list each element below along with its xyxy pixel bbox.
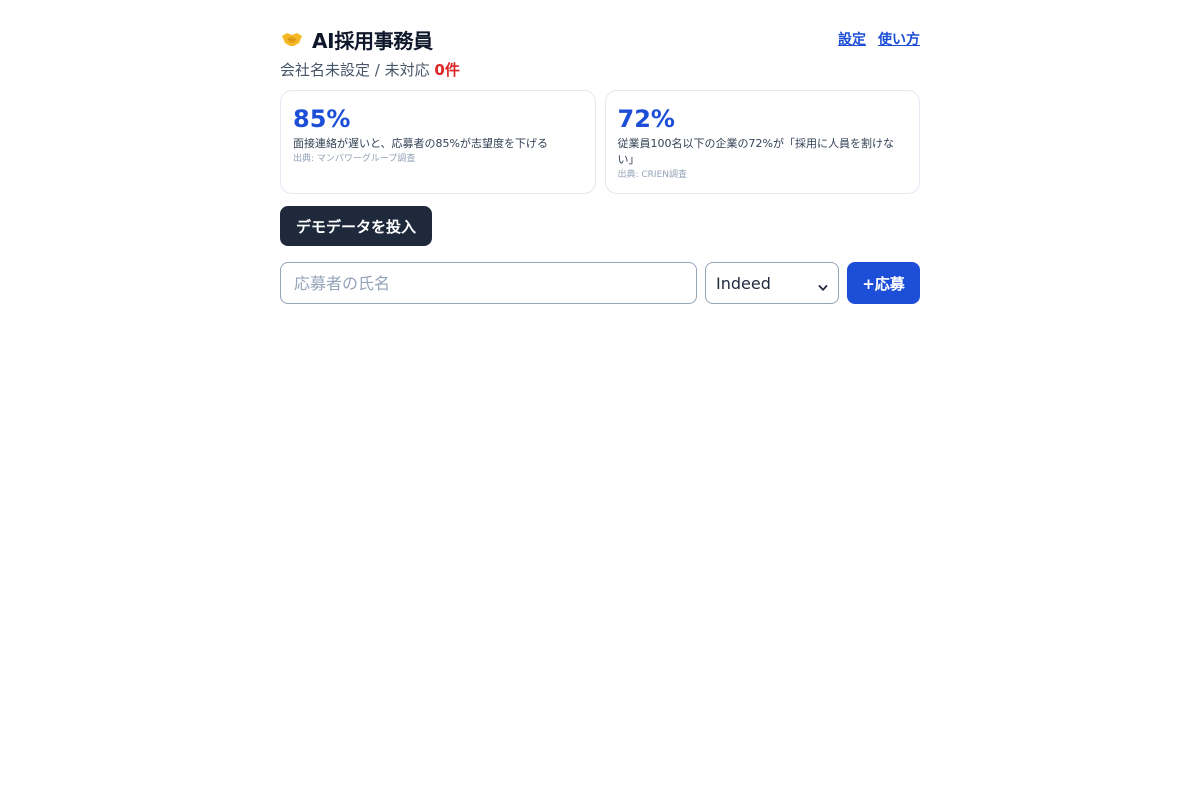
stat-description: 面接連絡が遅いと、応募者の85%が志望度を下げる <box>293 137 549 150</box>
pending-count: 0件 <box>434 61 460 79</box>
add-applicant-form: Indeed +応募 <box>280 262 920 304</box>
stat-source: 出典: CRIEN調査 <box>617 170 688 180</box>
source-select[interactable]: Indeed <box>705 262 839 304</box>
stat-value: 85% <box>293 105 351 133</box>
header: AI採用事務員 設定 使い方 <box>280 24 920 54</box>
stat-value: 72% <box>617 105 675 133</box>
status-separator: / <box>370 61 385 79</box>
app-container: AI採用事務員 設定 使い方 会社名未設定 / 未対応 0件 85% 面接連絡が… <box>280 24 920 304</box>
company-name: 会社名未設定 <box>280 61 371 79</box>
source-select-value: Indeed <box>716 273 771 293</box>
stat-source: 出典: マンパワーグループ調査 <box>293 154 416 164</box>
pending-label: 未対応 <box>384 61 430 79</box>
stat-card: 85% 面接連絡が遅いと、応募者の85%が志望度を下げる 出典: マンパワーグル… <box>280 90 596 194</box>
add-applicant-button[interactable]: +応募 <box>847 262 920 304</box>
load-demo-data-button[interactable]: デモデータを投入 <box>280 206 433 246</box>
brand: AI採用事務員 <box>280 25 433 54</box>
settings-link[interactable]: 設定 <box>838 29 866 49</box>
stat-card: 72% 従業員100名以下の企業の72%が「採用に人員を割けない」 出典: CR… <box>604 90 920 194</box>
app-title: AI採用事務員 <box>312 28 433 53</box>
how-to-use-link[interactable]: 使い方 <box>878 29 920 49</box>
chevron-down-icon <box>818 278 828 291</box>
stats-cards: 85% 面接連絡が遅いと、応募者の85%が志望度を下げる 出典: マンパワーグル… <box>280 90 920 194</box>
applicant-name-input[interactable] <box>280 262 697 304</box>
stat-description: 従業員100名以下の企業の72%が「採用に人員を割けない」 <box>617 137 894 166</box>
status-line: 会社名未設定 / 未対応 0件 <box>280 59 920 81</box>
handshake-icon <box>280 27 304 51</box>
header-nav: 設定 使い方 <box>838 29 920 49</box>
